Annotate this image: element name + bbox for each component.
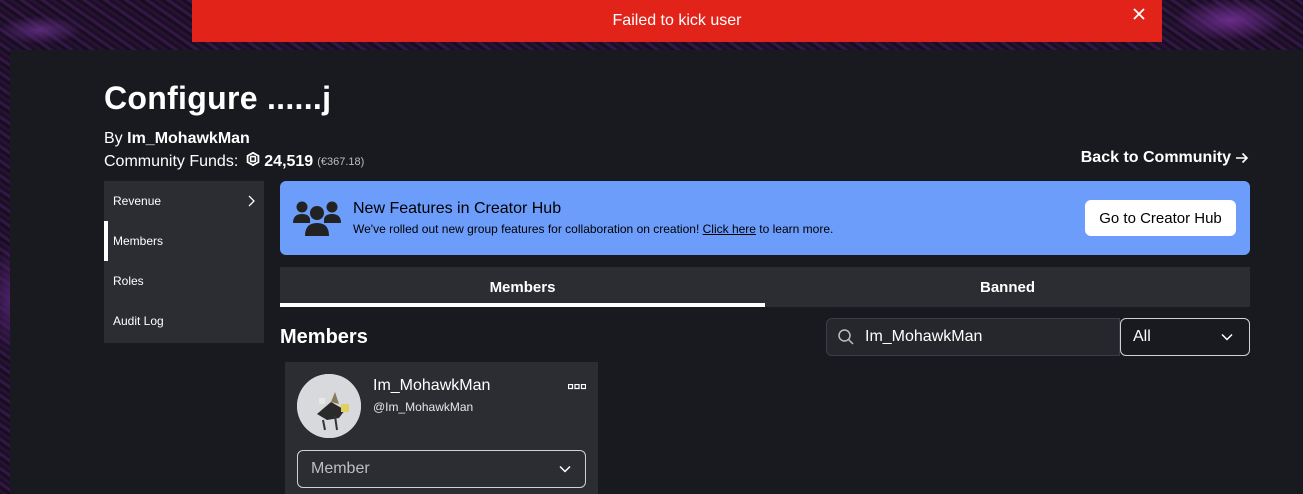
sidebar-item-revenue[interactable]: Revenue [104,181,264,221]
avatar[interactable] [297,374,361,438]
error-toast: Failed to kick user [192,0,1162,42]
chevron-right-icon [248,195,255,207]
funds-label: Community Funds: [104,152,239,170]
chevron-down-icon [559,465,571,473]
search-input[interactable] [865,328,1095,346]
sidebar-item-members[interactable]: Members [104,221,264,261]
back-to-community-link[interactable]: Back to Community [1081,149,1249,167]
creator-hub-banner: New Features in Creator Hub We've rolled… [280,181,1250,255]
close-icon[interactable] [1132,7,1146,21]
banner-title: New Features in Creator Hub [353,200,562,217]
member-role-value: Member [311,460,370,477]
group-icon [293,201,341,236]
sidebar-item-audit-log[interactable]: Audit Log [104,301,264,341]
member-card: Im_MohawkMan @Im_MohawkMan Member [285,362,598,494]
community-funds: Community Funds: 24,519 (€367.18) [104,151,365,171]
banner-text-after: to learn more. [755,222,834,236]
by-prefix: By [104,130,123,147]
search-icon [838,329,854,345]
tab-banned[interactable]: Banned [765,267,1250,307]
banner-text: We've rolled out new group features for … [353,222,833,236]
sidebar-item-label: Members [113,234,164,248]
toast-message: Failed to kick user [612,12,742,29]
owner-line: By Im_MohawkMan [104,130,250,148]
go-to-creator-hub-button[interactable]: Go to Creator Hub [1085,200,1236,236]
click-here-link[interactable]: Click here [703,222,756,236]
sidebar-item-label: Revenue [113,194,162,208]
page-title: Configure ......j [104,80,332,116]
member-role-dropdown[interactable]: Member [297,450,586,488]
back-link-label: Back to Community [1080,149,1231,166]
arrow-right-icon [1236,152,1249,164]
more-options-icon[interactable] [567,377,587,395]
member-search [826,318,1120,356]
member-name[interactable]: Im_MohawkMan [373,377,490,395]
member-tabs: Members Banned [280,267,1250,307]
funds-amount: 24,519 [264,152,314,170]
sidebar-item-roles[interactable]: Roles [104,261,264,301]
owner-name[interactable]: Im_MohawkMan [127,130,250,147]
member-handle: @Im_MohawkMan [373,400,474,414]
funds-eur: (€367.18) [317,155,365,168]
robux-icon [246,151,260,171]
members-heading: Members [280,326,368,348]
banner-text-before: We've rolled out new group features for … [353,222,703,236]
role-filter-dropdown[interactable]: All [1120,318,1250,356]
filter-value: All [1133,328,1151,345]
tab-members[interactable]: Members [280,267,765,307]
sidebar: Revenue Members Roles Audit Log [104,181,264,343]
sidebar-item-label: Roles [113,274,144,288]
sidebar-item-label: Audit Log [113,314,164,328]
chevron-down-icon [1221,333,1233,341]
